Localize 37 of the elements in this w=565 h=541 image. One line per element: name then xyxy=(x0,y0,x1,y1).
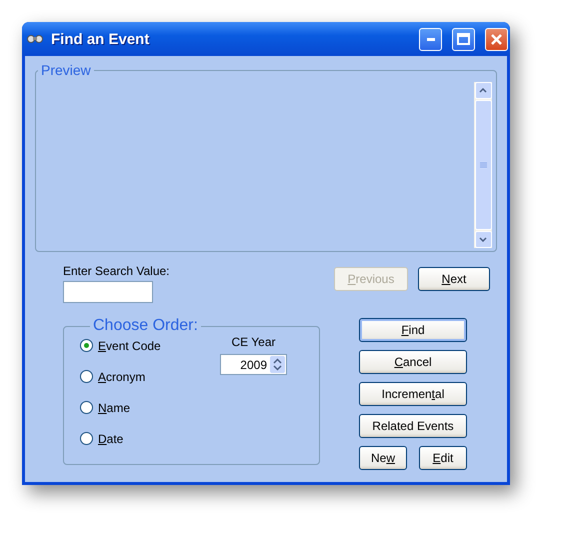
close-button[interactable] xyxy=(485,28,508,50)
action-button[interactable]: Incremental xyxy=(359,382,467,406)
new-button[interactable]: New xyxy=(359,446,407,470)
action-button[interactable]: Related Events xyxy=(359,414,467,438)
window-title: Find an Event xyxy=(51,30,150,48)
search-label: Enter Search Value: xyxy=(63,264,171,278)
scroll-down-button[interactable] xyxy=(474,231,492,248)
grip-icon xyxy=(480,162,486,168)
radio-indicator[interactable] xyxy=(80,339,93,352)
scroll-thumb[interactable] xyxy=(474,100,492,230)
preview-legend: Preview xyxy=(38,62,94,78)
radio-button[interactable]: Acronym xyxy=(80,368,220,385)
chevron-up-icon xyxy=(479,88,487,93)
binoculars-icon xyxy=(27,34,43,44)
chevron-down-icon xyxy=(479,237,487,242)
action-button[interactable]: Find xyxy=(359,318,467,342)
edit-button[interactable]: Edit xyxy=(419,446,467,470)
radio-button[interactable]: Date xyxy=(80,430,220,447)
maximize-button[interactable] xyxy=(452,28,475,50)
minimize-icon xyxy=(426,38,434,40)
search-field[interactable] xyxy=(63,281,153,303)
scroll-up-button[interactable] xyxy=(474,82,492,99)
maximize-icon xyxy=(457,33,470,45)
year-spinner[interactable]: 2009 xyxy=(220,354,287,375)
radio-indicator[interactable] xyxy=(80,432,93,445)
radio-button[interactable]: Name xyxy=(80,399,220,416)
year-label: CE Year xyxy=(231,335,276,349)
radio-button[interactable]: Event Code xyxy=(80,337,220,354)
radio-indicator[interactable] xyxy=(80,370,93,383)
scrollbar[interactable] xyxy=(474,82,492,248)
spin-arrows-icon[interactable] xyxy=(270,356,285,373)
radio-indicator[interactable] xyxy=(80,401,93,414)
close-icon xyxy=(490,32,503,46)
minimize-button[interactable] xyxy=(419,28,442,50)
action-button[interactable]: Cancel xyxy=(359,350,467,374)
order-legend: Choose Order: xyxy=(90,317,201,335)
next-button[interactable]: Next xyxy=(418,267,490,291)
